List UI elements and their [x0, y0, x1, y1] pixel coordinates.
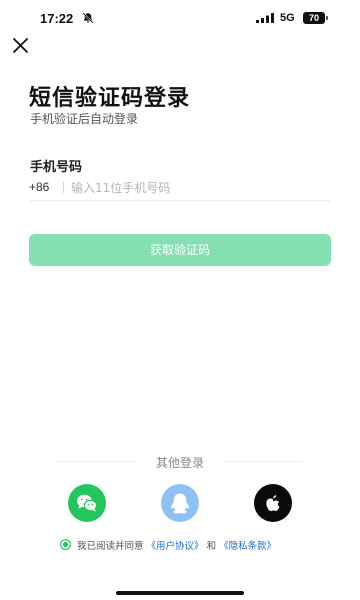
agreement-connector: 和: [206, 541, 217, 552]
other-login-label: 其他登录: [155, 456, 204, 470]
agreement-row: 我已阅读并同意 《用户协议》 和 《隐私条款》: [60, 538, 320, 552]
phone-number-row: +86: [29, 176, 331, 201]
country-code-selector[interactable]: +86: [29, 180, 49, 194]
agreement-prefix: 我已阅读并同意: [77, 541, 144, 552]
status-time: 17:22: [40, 11, 74, 26]
qq-icon: [171, 493, 189, 514]
field-divider: [63, 182, 64, 193]
bell-off-icon: [82, 12, 94, 24]
user-agreement-link[interactable]: 《用户协议》: [147, 541, 204, 552]
page-title: 短信验证码登录: [29, 86, 191, 111]
battery-icon: 70: [303, 12, 325, 24]
agreement-text: 我已阅读并同意 《用户协议》 和 《隐私条款》: [77, 538, 276, 552]
apple-icon: [266, 495, 280, 512]
privacy-policy-link[interactable]: 《隐私条款》: [219, 541, 276, 552]
network-type: 5G: [280, 12, 295, 24]
qq-login-button[interactable]: [161, 484, 199, 522]
close-icon: [13, 38, 28, 53]
phone-number-input[interactable]: [71, 178, 326, 198]
other-login-divider-left: [56, 461, 136, 462]
wechat-icon: [77, 494, 98, 512]
wechat-login-button[interactable]: [68, 484, 106, 522]
signal-icon: [256, 13, 274, 23]
login-screen: 17:22 5G 70 短信验证码登录 手机验证后自动登录 手机号码 +86 输…: [0, 0, 360, 600]
get-verification-code-button[interactable]: 获取验证码: [29, 234, 331, 266]
close-button[interactable]: [10, 34, 32, 56]
other-login-divider-right: [222, 461, 302, 462]
battery-tip: [326, 16, 328, 20]
phone-number-label: 手机号码: [30, 160, 83, 175]
agreement-checkbox[interactable]: [60, 539, 71, 550]
home-indicator: [116, 591, 244, 595]
status-bar: 17:22 5G 70: [0, 0, 360, 36]
apple-login-button[interactable]: [254, 484, 292, 522]
page-subtitle: 手机验证后自动登录: [30, 112, 139, 126]
